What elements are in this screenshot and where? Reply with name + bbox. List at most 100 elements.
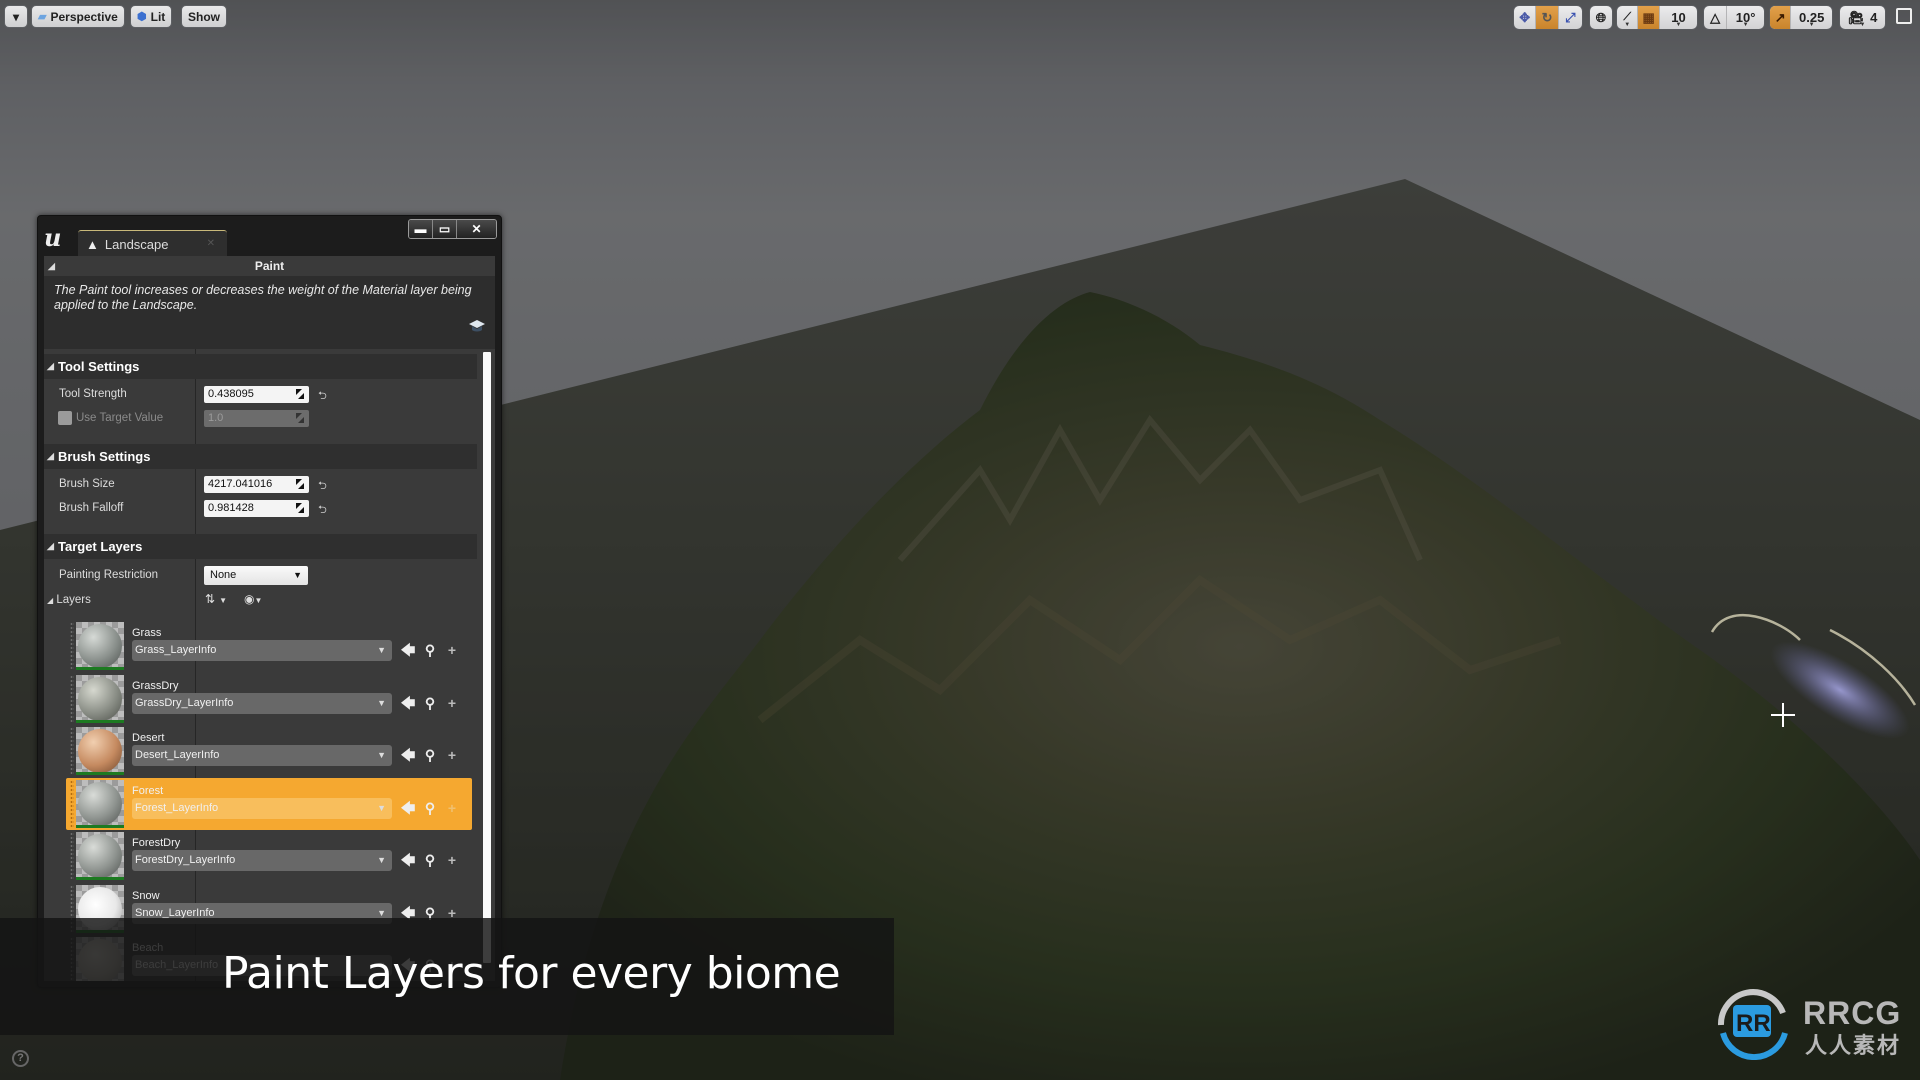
use-selected-asset-icon[interactable]: 🡄 (400, 852, 416, 868)
grid-snap-toggle[interactable]: ▦ (1638, 6, 1660, 29)
reset-to-default-icon[interactable]: ⮌ (318, 501, 327, 520)
add-layer-info-icon[interactable]: + (444, 800, 460, 816)
layer-row-forest[interactable]: Forest Forest_LayerInfo ▼ 🡄 ⚲ + (66, 777, 472, 830)
minimize-button[interactable]: ▬ (409, 220, 433, 238)
drag-grip-icon[interactable] (70, 779, 74, 828)
layer-visibility-button[interactable]: ◉▼ (244, 592, 262, 606)
sort-arrows-icon: ⇅ (205, 592, 216, 606)
tab-close-icon[interactable]: ✕ (207, 238, 215, 249)
layer-row-forestdry[interactable]: ForestDry ForestDry_LayerInfo ▼ 🡄 ⚲ + (66, 830, 472, 882)
browse-asset-icon[interactable]: ⚲ (422, 852, 438, 868)
drag-spin-icon[interactable] (295, 478, 305, 490)
drag-grip-icon[interactable] (70, 674, 74, 723)
camera-speed-button[interactable]: 🎥︎ 4 ▼ (1839, 5, 1886, 30)
layer-info-select[interactable]: ForestDry_LayerInfo ▼ (132, 850, 392, 871)
layer-thumbnail (76, 779, 124, 828)
coordinate-system-toggle[interactable]: 🌐︎ (1589, 5, 1613, 30)
unreal-logo-icon: u (44, 223, 62, 252)
perspective-button[interactable]: ▰ Perspective (31, 5, 125, 28)
brush-size-label: Brush Size (59, 478, 115, 490)
use-selected-asset-icon[interactable]: 🡄 (400, 747, 416, 763)
viewport-options-button[interactable]: ▾ (4, 5, 28, 28)
layer-thumbnail (76, 622, 124, 670)
grid-snap-value[interactable]: 10 ▼ (1660, 6, 1697, 29)
close-button[interactable]: ✕ (457, 220, 496, 238)
brush-size-input[interactable]: 4217.041016 (204, 476, 309, 493)
scale-snap-toggle[interactable]: ↗ (1770, 6, 1792, 29)
layer-name: Snow (132, 889, 160, 902)
chevron-down-icon: ▼ (377, 802, 386, 813)
use-target-value-checkbox[interactable] (58, 411, 72, 425)
translate-tool[interactable]: ✥ (1514, 6, 1537, 29)
rotation-snap-value[interactable]: 10° ▼ (1727, 6, 1764, 29)
perspective-label: Perspective (50, 9, 118, 24)
graduation-cap-icon[interactable] (469, 318, 485, 334)
drag-grip-icon[interactable] (70, 727, 74, 775)
add-layer-info-icon[interactable]: + (444, 747, 460, 763)
details-panel: ◢ Tool Settings Tool Strength 0.438095 ⮌… (44, 349, 495, 981)
browse-asset-icon[interactable]: ⚲ (422, 695, 438, 711)
paint-tool-header[interactable]: ◢ Paint (44, 256, 495, 276)
expand-triangle-icon: ◢ (47, 361, 54, 371)
layer-thumbnail (76, 832, 124, 880)
layer-name: ForestDry (132, 837, 181, 849)
scale-snap-value[interactable]: 0.25 ▼ (1791, 6, 1832, 29)
reset-to-default-icon[interactable]: ⮌ (318, 387, 327, 406)
eye-icon: ◉ (244, 592, 255, 606)
lit-label: Lit (150, 9, 166, 24)
chevron-down-icon: ▼ (377, 855, 386, 865)
drag-spin-icon[interactable] (295, 502, 305, 514)
painting-restriction-select[interactable]: None ▼ (204, 566, 308, 585)
section-target-layers[interactable]: ◢ Target Layers (44, 534, 477, 559)
scale-tool[interactable]: ⤢ (1559, 6, 1582, 29)
drag-grip-icon[interactable] (70, 832, 74, 880)
tool-strength-input[interactable]: 0.438095 (204, 386, 309, 403)
browse-asset-icon[interactable]: ⚲ (422, 642, 438, 658)
chevron-down-icon: ▼ (377, 645, 386, 655)
layer-row-grass[interactable]: Grass Grass_LayerInfo ▼ 🡄 ⚲ + (66, 620, 472, 672)
material-sphere-icon (78, 729, 122, 772)
layer-info-select[interactable]: Grass_LayerInfo ▼ (132, 640, 392, 661)
reset-to-default-icon[interactable]: ⮌ (318, 477, 327, 496)
surface-snap-button[interactable]: ⟋ ▼ (1617, 6, 1639, 29)
browse-asset-icon[interactable]: ⚲ (422, 747, 438, 763)
grid-icon: ▦ (1642, 9, 1655, 25)
layer-info-select[interactable]: Forest_LayerInfo ▼ (132, 797, 392, 819)
use-selected-asset-icon[interactable]: 🡄 (400, 695, 416, 711)
brush-cursor-icon (1771, 703, 1795, 727)
layer-row-desert[interactable]: Desert Desert_LayerInfo ▼ 🡄 ⚲ + (66, 725, 472, 777)
scale-snap-group: ↗ 0.25 ▼ (1769, 5, 1833, 30)
panel-body: ◢ Paint The Paint tool increases or decr… (44, 256, 495, 981)
browse-asset-icon[interactable]: ⚲ (422, 800, 438, 816)
layer-info-select[interactable]: Desert_LayerInfo ▼ (132, 745, 392, 766)
help-icon[interactable]: ? (12, 1050, 29, 1067)
drag-grip-icon[interactable] (70, 622, 74, 670)
layers-group-header[interactable]: ◢ Layers (47, 594, 91, 606)
tab-landscape[interactable]: ▲ Landscape ✕ (78, 230, 227, 257)
use-selected-asset-icon[interactable]: 🡄 (400, 642, 416, 658)
layer-info-select[interactable]: GrassDry_LayerInfo ▼ (132, 692, 392, 714)
details-scrollbar[interactable] (483, 352, 491, 963)
section-tool-settings[interactable]: ◢ Tool Settings (44, 354, 477, 379)
drag-spin-icon[interactable] (295, 388, 305, 400)
layer-thumbnail (76, 674, 124, 723)
caption-text: Paint Layers for every biome (222, 948, 841, 999)
brush-falloff-input[interactable]: 0.981428 (204, 500, 309, 517)
rotate-tool[interactable]: ↻ (1536, 6, 1559, 29)
add-layer-info-icon[interactable]: + (444, 852, 460, 868)
use-selected-asset-icon[interactable]: 🡄 (400, 800, 416, 816)
maximize-button[interactable]: ▭ (433, 220, 457, 238)
lit-button[interactable]: ⬢ Lit (130, 5, 173, 28)
watermark-subtitle: 人人素材 (1805, 1033, 1902, 1058)
tab-label: Landscape (104, 236, 169, 252)
layer-row-grassdry[interactable]: GrassDry GrassDry_LayerInfo ▼ 🡄 ⚲ + (66, 673, 472, 725)
add-layer-info-icon[interactable]: + (444, 695, 460, 711)
material-sphere-icon (78, 781, 122, 825)
show-button[interactable]: Show (181, 5, 227, 28)
rotation-snap-toggle[interactable]: △ (1704, 6, 1728, 29)
expand-triangle-icon: ◢ (47, 596, 54, 605)
section-brush-settings[interactable]: ◢ Brush Settings (44, 444, 477, 469)
layer-sort-button[interactable]: ⇅ ▼ (205, 592, 227, 606)
maximize-viewport-icon[interactable] (1896, 8, 1912, 24)
add-layer-info-icon[interactable]: + (444, 642, 460, 658)
